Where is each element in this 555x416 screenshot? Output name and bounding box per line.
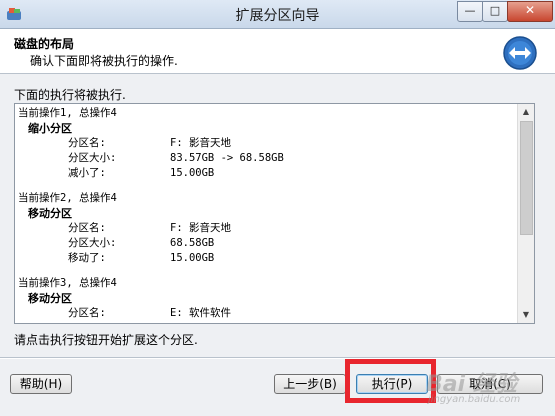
row-value: 83.57GB -> 68.58GB <box>170 152 284 164</box>
vertical-scrollbar[interactable]: ▲ ▼ <box>517 104 534 323</box>
operation-row: 分区名: F: 影音天地 <box>68 136 517 151</box>
operation-item: 当前操作1, 总操作4 缩小分区 分区名: F: 影音天地 分区大小: 83.57G… <box>18 106 517 181</box>
operations-list[interactable]: 当前操作1, 总操作4 缩小分区 分区名: F: 影音天地 分区大小: 83.57G… <box>14 103 535 324</box>
watermark-site: jingyan.baidu.com <box>428 394 521 405</box>
row-value: F: 影音天地 <box>170 222 231 234</box>
left-right-arrows-icon <box>503 36 537 70</box>
operation-header: 当前操作1, 总操作4 <box>18 107 117 119</box>
header-title: 磁盘的布局 <box>14 37 75 51</box>
help-button[interactable]: 帮助(H) <box>10 374 72 394</box>
row-key: 分区名: <box>68 222 106 234</box>
row-value: F: 影音天地 <box>170 137 231 149</box>
operation-row: 分区名: E: 软件软件 <box>68 306 517 321</box>
operation-name: 移动分区 <box>28 292 72 305</box>
scroll-up-arrow-icon[interactable]: ▲ <box>518 104 534 120</box>
row-key: 移动了: <box>68 252 106 264</box>
operation-name: 移动分区 <box>28 207 72 220</box>
minimize-button[interactable]: — <box>457 1 483 22</box>
instruction-label: 下面的执行将被执行. <box>14 88 126 102</box>
footer-divider <box>0 357 555 359</box>
row-key: 分区名: <box>68 307 106 319</box>
row-key: 分区大小: <box>68 237 117 249</box>
operation-header: 当前操作3, 总操作4 <box>18 277 117 289</box>
back-button[interactable]: 上一步(B) <box>274 374 346 394</box>
operation-item: 当前操作2, 总操作4 移动分区 分区名: F: 影音天地 分区大小: 68.58G… <box>18 191 517 266</box>
row-key: 分区大小: <box>68 152 117 164</box>
maximize-button[interactable]: □ <box>482 1 508 22</box>
operation-row: 分区名: F: 影音天地 <box>68 221 517 236</box>
operation-row: 分区大小: 83.57GB -> 68.58GB <box>68 151 517 166</box>
header-subtitle: 确认下面即将被执行的操作. <box>30 54 178 68</box>
footer-note: 请点击执行按钮开始扩展这个分区. <box>14 333 198 347</box>
row-key: 分区名: <box>68 137 106 149</box>
scrollbar-thumb[interactable] <box>520 121 533 235</box>
operation-row: 分区大小: 68.58GB <box>68 236 517 251</box>
operation-row: 移动了: 15.00GB <box>68 251 517 266</box>
title-bar: 扩展分区向导 — □ ✕ <box>0 0 555 29</box>
operation-item: 当前操作3, 总操作4 移动分区 分区名: E: 软件软件 <box>18 276 517 321</box>
baidu-watermark: Bai 经验 jingyan.baidu.com <box>418 364 550 410</box>
row-key: 减小了: <box>68 167 106 179</box>
scroll-down-arrow-icon[interactable]: ▼ <box>518 307 534 323</box>
close-button[interactable]: ✕ <box>507 1 553 22</box>
wizard-header: 磁盘的布局 确认下面即将被执行的操作. <box>0 29 555 74</box>
operation-row: 减小了: 15.00GB <box>68 166 517 181</box>
row-value: E: 软件软件 <box>170 307 231 319</box>
row-value: 68.58GB <box>170 237 215 249</box>
operation-header: 当前操作2, 总操作4 <box>18 192 117 204</box>
row-value: 15.00GB <box>170 167 215 179</box>
row-value: 15.00GB <box>170 252 215 264</box>
operation-name: 缩小分区 <box>28 122 72 135</box>
